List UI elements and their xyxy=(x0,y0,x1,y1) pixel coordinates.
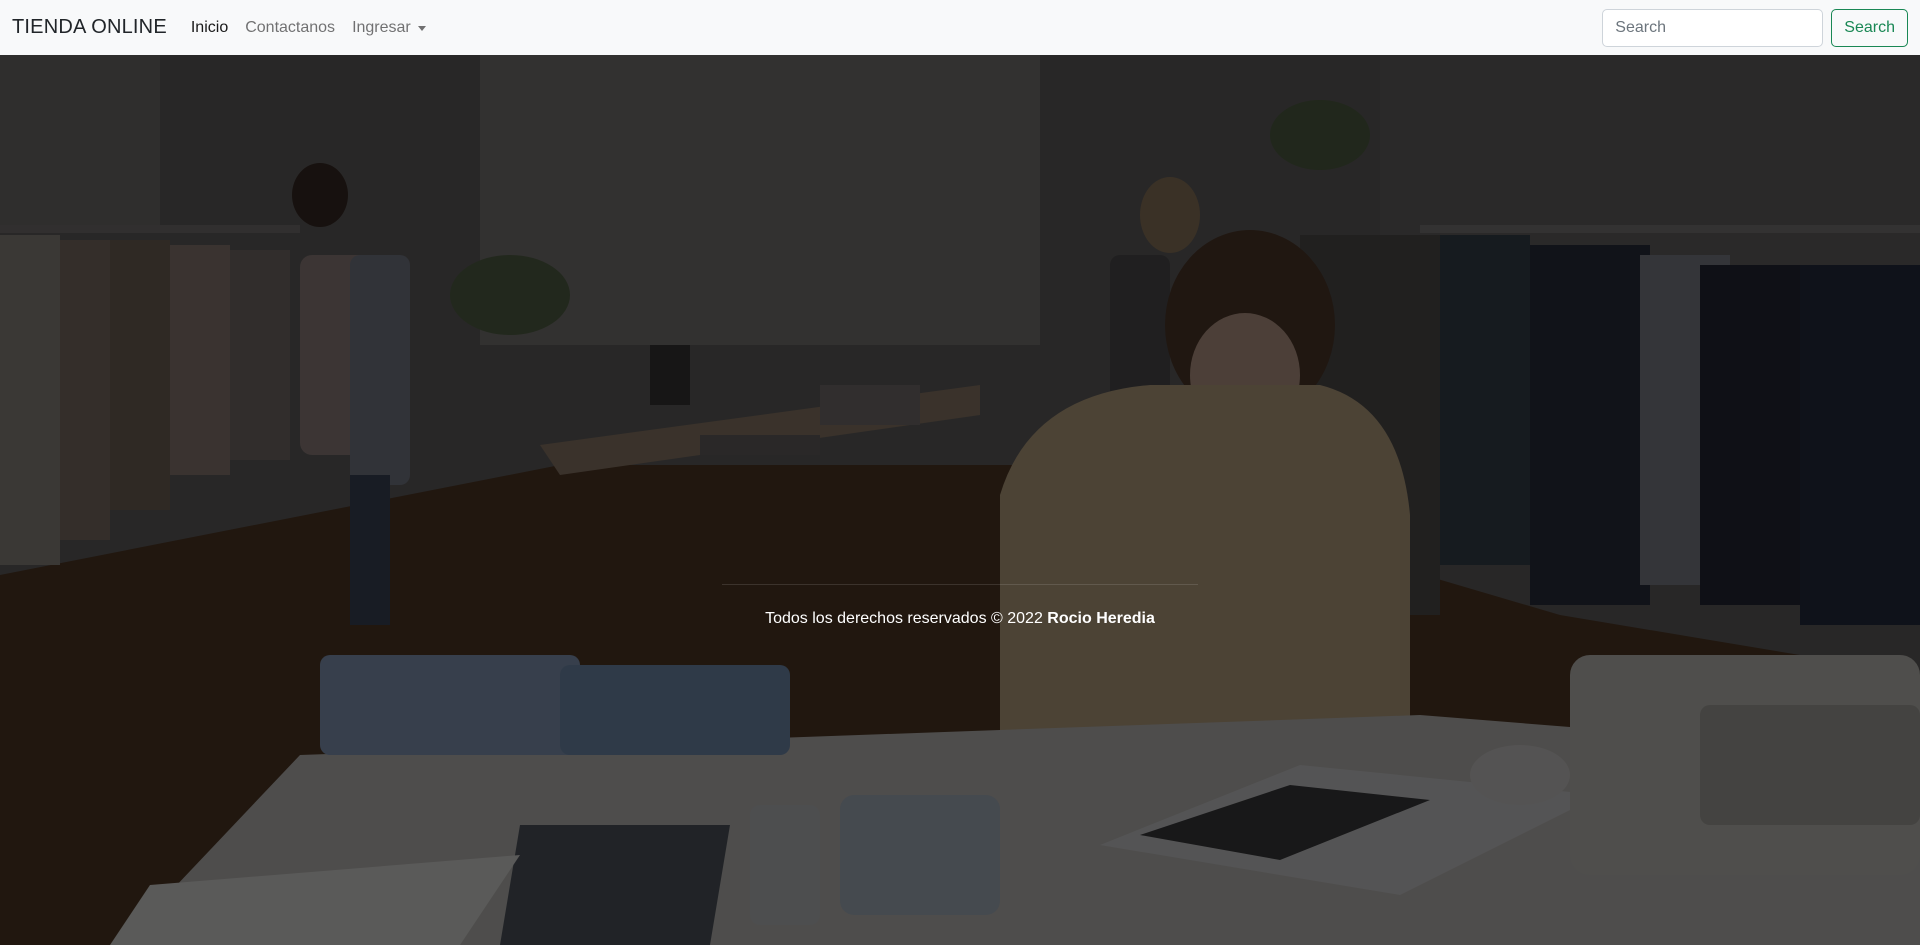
nav-dropdown-ingresar-label: Ingresar xyxy=(352,18,411,36)
footer-copyright: Todos los derechos reservados © 2022 Roc… xyxy=(0,608,1920,628)
nav-link-contactanos[interactable]: Contactanos xyxy=(245,19,335,37)
search-input[interactable] xyxy=(1602,8,1824,47)
footer-divider xyxy=(722,584,1198,585)
hero-dark-overlay xyxy=(0,55,1920,945)
nav-link-inicio[interactable]: Inicio xyxy=(191,19,228,37)
nav-dropdown-ingresar[interactable]: Ingresar xyxy=(352,19,426,37)
footer-author: Rocio Heredia xyxy=(1047,610,1155,627)
search-form: Search xyxy=(1602,8,1908,47)
search-button[interactable]: Search xyxy=(1831,8,1908,47)
chevron-down-icon xyxy=(417,26,426,31)
hero-section: Todos los derechos reservados © 2022 Roc… xyxy=(0,55,1920,945)
brand-logo[interactable]: TIENDA ONLINE xyxy=(12,16,167,39)
top-navbar: TIENDA ONLINE Inicio Contactanos Ingresa… xyxy=(0,0,1920,55)
footer-copyright-text: Todos los derechos reservados © 2022 xyxy=(765,610,1043,627)
